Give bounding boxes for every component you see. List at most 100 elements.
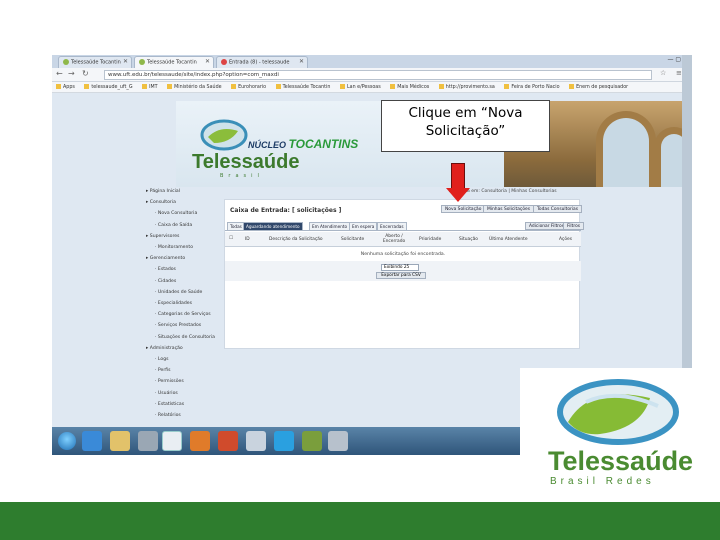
- chrome-icon[interactable]: [162, 431, 182, 451]
- sidebar-item[interactable]: · Perfis: [155, 368, 171, 373]
- bookmark-label: Eurohorario: [238, 85, 267, 90]
- sidebar-item[interactable]: ▸ Gerenciamento: [146, 256, 185, 261]
- inbox-panel: Caixa de Entrada: [ solicitações ] Nova …: [224, 199, 585, 349]
- column-header[interactable]: Último Atendente: [489, 237, 528, 242]
- bookmark-label: Apps: [63, 85, 75, 90]
- tab-encerradas[interactable]: Encerradas: [377, 222, 407, 231]
- close-tab-icon[interactable]: ✕: [205, 58, 210, 65]
- sidebar-item[interactable]: · Serviços Prestados: [155, 323, 201, 328]
- adicionar-filtros-button[interactable]: Adicionar Filtros: [525, 222, 568, 230]
- sidebar-item[interactable]: · Cidades: [155, 279, 176, 284]
- sidebar-item[interactable]: · Monitoramento: [155, 245, 193, 250]
- sidebar-item[interactable]: · Relatórios: [155, 413, 181, 418]
- close-tab-icon[interactable]: ✕: [123, 58, 128, 65]
- url-input[interactable]: www.uft.edu.br/telessaude/site/index.php…: [104, 70, 652, 80]
- file-explorer-icon[interactable]: [110, 431, 130, 451]
- reload-icon[interactable]: ↻: [82, 69, 89, 78]
- tab-aguardando[interactable]: Aguardando atendimento: [243, 222, 303, 231]
- skype-icon[interactable]: [274, 431, 294, 451]
- empty-message: Nenhuma solicitação foi encontrada.: [360, 252, 446, 257]
- table-header: ☐ ID Descrição da Solicitação Solicitant…: [225, 232, 581, 247]
- sidebar-item[interactable]: · Permissões: [155, 379, 184, 384]
- sidebar-item[interactable]: · Estados: [155, 267, 176, 272]
- column-header[interactable]: ID: [245, 237, 250, 242]
- site-favicon-icon: [63, 59, 69, 65]
- sidebar-item[interactable]: ▸ Página Inicial: [146, 189, 180, 194]
- bookmark-item[interactable]: Lan e/Pessoas: [339, 84, 381, 90]
- bookmark-item[interactable]: http://provimento.sa: [438, 84, 495, 90]
- back-icon[interactable]: ←: [56, 69, 63, 78]
- sidebar-item[interactable]: · Usuários: [155, 391, 178, 396]
- column-header[interactable]: Situação: [459, 237, 478, 242]
- menu-icon[interactable]: ≡: [676, 69, 682, 77]
- nucleo-title: NÚCLEO TOCANTINS: [248, 137, 358, 151]
- column-header[interactable]: Solicitante: [341, 237, 364, 242]
- apps-icon: [56, 84, 61, 89]
- sidebar-item[interactable]: ▸ Consultoria: [146, 200, 176, 205]
- browser-tab-active[interactable]: Telessaúde Tocantin ✕: [134, 56, 214, 68]
- browser-tab[interactable]: Entrada (8) - telessaude ✕: [216, 56, 308, 68]
- folder-icon: [231, 84, 237, 89]
- sidebar-item-label: Monitoramento: [157, 245, 194, 250]
- folder-icon: [167, 84, 173, 89]
- paint-icon[interactable]: [246, 431, 266, 451]
- column-header[interactable]: Ações: [559, 237, 572, 242]
- bookmark-label: Feira de Porto Nacio: [511, 85, 560, 90]
- bookmark-item[interactable]: Mais Médicos: [390, 84, 429, 90]
- sidebar-item[interactable]: · Logs: [155, 357, 169, 362]
- forward-icon[interactable]: →: [68, 69, 75, 78]
- tab-em-espera[interactable]: Em espera: [349, 222, 378, 231]
- sidebar-item[interactable]: ▸ Supervisores: [146, 234, 179, 239]
- folder-icon: [438, 84, 444, 89]
- site-logo-text: Telessaúde: [192, 151, 300, 173]
- bookmark-item[interactable]: Ministério da Saúde: [167, 84, 222, 90]
- sidebar-item[interactable]: · Unidades de Saúde: [155, 290, 202, 295]
- firefox-icon[interactable]: [190, 431, 210, 451]
- bookmark-item[interactable]: IMT: [142, 84, 158, 90]
- bookmark-item[interactable]: Telessaúde Tocantin: [275, 84, 330, 90]
- ruin-arch: [596, 111, 656, 187]
- powerpoint-icon[interactable]: [218, 431, 238, 451]
- internet-explorer-icon[interactable]: [82, 431, 102, 451]
- bookmark-item[interactable]: Eurohorario: [231, 84, 266, 90]
- bookmark-item[interactable]: telessaude_uft_G: [84, 84, 133, 90]
- bookmark-item[interactable]: Enem de pesquisador: [569, 84, 628, 90]
- column-header[interactable]: Descrição da Solicitação: [269, 237, 323, 242]
- bookmark-item[interactable]: Apps: [56, 84, 75, 90]
- bookmark-item[interactable]: Feira de Porto Nacio: [504, 84, 560, 90]
- sidebar-item-label: Especialidades: [157, 301, 192, 306]
- sidebar-item[interactable]: · Categorias de Serviços: [155, 312, 211, 317]
- browser-tab-label: Telessaúde Tocantin: [147, 59, 197, 66]
- star-icon[interactable]: ☆: [660, 69, 666, 77]
- sidebar-item[interactable]: ▸ Administração: [146, 346, 183, 351]
- media-player-icon[interactable]: [138, 431, 158, 451]
- column-header[interactable]: Prioridade: [419, 237, 441, 242]
- browser-tab[interactable]: Telessaúde Tocantin ✕: [58, 56, 132, 68]
- instruction-callout: Clique em “Nova Solicitação”: [381, 100, 550, 152]
- todas-consultorias-button[interactable]: Todas Consultorias: [533, 205, 583, 213]
- filtros-button[interactable]: Filtros: [563, 222, 585, 230]
- sidebar-item[interactable]: · Especialidades: [155, 301, 192, 306]
- sidebar-item[interactable]: · Situações de Consultoria: [155, 335, 215, 340]
- column-header[interactable]: Aberto / Encerrado: [377, 234, 411, 244]
- sidebar-item-label: Unidades de Saúde: [157, 289, 203, 295]
- page-size-select[interactable]: Exibindo 25: [381, 264, 419, 271]
- red-arrow-head-icon: [446, 188, 470, 202]
- bookmarks-bar: Apps telessaude_uft_G IMT Ministério da …: [52, 82, 692, 93]
- sidebar-item[interactable]: · Nova Consultoria: [155, 211, 197, 216]
- nova-solicitacao-button[interactable]: Nova Solicitação: [441, 205, 486, 213]
- app-icon[interactable]: [302, 431, 322, 451]
- minhas-solicitacoes-button[interactable]: Minhas Solicitações: [483, 205, 534, 213]
- sidebar-item-label: Perfis: [157, 368, 171, 374]
- close-tab-icon[interactable]: ✕: [299, 58, 304, 65]
- sidebar-item[interactable]: · Caixa de Saída: [155, 223, 192, 228]
- tool-icon[interactable]: [328, 431, 348, 451]
- bookmark-label: Mais Médicos: [397, 85, 430, 90]
- site-logo-subtitle: Brasil: [220, 173, 264, 179]
- sidebar-item[interactable]: · Estatísticas: [155, 402, 184, 407]
- select-all-checkbox[interactable]: ☐: [229, 236, 233, 241]
- tab-em-atendimento[interactable]: Em Atendimento: [309, 222, 351, 231]
- folder-icon: [142, 84, 148, 89]
- export-csv-button[interactable]: Exportar para CSV: [376, 272, 426, 279]
- start-button-icon[interactable]: [58, 432, 76, 450]
